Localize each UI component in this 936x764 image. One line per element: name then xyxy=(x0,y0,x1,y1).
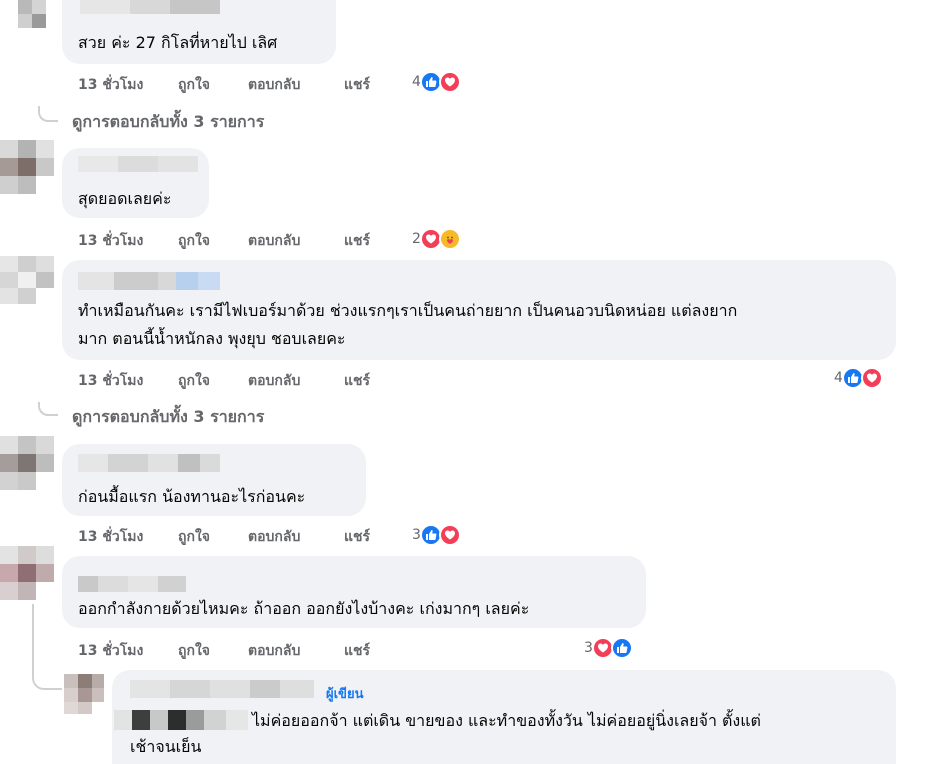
commenter-name-blurred[interactable] xyxy=(78,454,220,472)
comment-text: ก่อนมื้อแรก น้องทานอะไรก่อนคะ xyxy=(78,487,306,506)
thread-line xyxy=(32,604,62,690)
share-button[interactable]: แชร์ xyxy=(344,640,370,662)
share-button[interactable]: แชร์ xyxy=(344,370,370,392)
avatar[interactable] xyxy=(0,436,56,492)
commenter-name-blurred[interactable] xyxy=(130,680,314,698)
like-icon xyxy=(610,637,633,659)
comment-time[interactable]: 13 ชั่วโมง xyxy=(78,370,178,392)
reaction-summary[interactable]: 4 xyxy=(834,367,883,389)
view-replies-link[interactable]: ดูการตอบกลับทั้ง 3 รายการ xyxy=(72,405,264,430)
comment-actions: 13 ชั่วโมง ถูกใจ ตอบกลับ แชร์ xyxy=(78,370,370,392)
commenter-name-blurred[interactable] xyxy=(78,156,198,172)
reply-button[interactable]: ตอบกลับ xyxy=(248,74,344,96)
view-replies-link[interactable]: ดูการตอบกลับทั้ง 3 รายการ xyxy=(72,110,264,135)
comment-text-line: มาก ตอนนี้น้ำหนักลง พุงยุบ ชอบเลยคะ xyxy=(78,329,346,348)
reply-mention-blurred[interactable] xyxy=(114,710,248,730)
avatar[interactable] xyxy=(0,140,56,196)
comment-time[interactable]: 13 ชั่วโมง xyxy=(78,230,178,252)
comment-text: สุดยอดเลยค่ะ xyxy=(78,189,172,208)
comment-text: ออกกำลังกายด้วยไหมคะ ถ้าออก ออกยังไงบ้าง… xyxy=(78,599,530,618)
like-button[interactable]: ถูกใจ xyxy=(178,74,248,96)
comment-actions: 13 ชั่วโมง ถูกใจ ตอบกลับ แชร์ xyxy=(78,230,370,252)
comment-time[interactable]: 13 ชั่วโมง xyxy=(78,526,178,548)
like-button[interactable]: ถูกใจ xyxy=(178,526,248,548)
reaction-summary[interactable]: 4 xyxy=(412,71,461,93)
share-button[interactable]: แชร์ xyxy=(344,230,370,252)
love-icon xyxy=(438,524,461,546)
avatar[interactable] xyxy=(64,674,104,714)
reply-button[interactable]: ตอบกลับ xyxy=(248,526,344,548)
reply-button[interactable]: ตอบกลับ xyxy=(248,370,344,392)
comment-time[interactable]: 13 ชั่วโมง xyxy=(78,640,178,662)
thread-line xyxy=(38,106,58,122)
reply-text-line: ไม่ค่อยออกจ้า แต่เดิน ขายของ และทำของทั้… xyxy=(252,711,761,730)
comment-text-line: ทำเหมือนกันคะ เรามีไฟเบอร์มาด้วย ช่วงแรก… xyxy=(78,301,738,320)
comment-time[interactable]: 13 ชั่วโมง xyxy=(78,74,178,96)
commenter-name-blurred[interactable] xyxy=(78,576,186,592)
like-button[interactable]: ถูกใจ xyxy=(178,370,248,392)
comment-actions: 13 ชั่วโมง ถูกใจ ตอบกลับ แชร์ xyxy=(78,526,370,548)
comment-text: สวย ค่ะ 27 กิโลที่หายไป เลิศ xyxy=(78,33,278,52)
comment-actions: 13 ชั่วโมง ถูกใจ ตอบกลับ แชร์ xyxy=(78,640,370,662)
share-button[interactable]: แชร์ xyxy=(344,526,370,548)
like-button[interactable]: ถูกใจ xyxy=(178,640,248,662)
reaction-summary[interactable]: 3 xyxy=(584,637,633,659)
reaction-summary[interactable]: 3 xyxy=(412,524,461,546)
reply-button[interactable]: ตอบกลับ xyxy=(248,230,344,252)
avatar[interactable] xyxy=(18,0,58,34)
comment-actions: 13 ชั่วโมง ถูกใจ ตอบกลับ แชร์ xyxy=(78,74,370,96)
avatar[interactable] xyxy=(0,546,56,602)
like-button[interactable]: ถูกใจ xyxy=(178,230,248,252)
love-icon xyxy=(860,367,883,389)
commenter-name-blurred[interactable] xyxy=(80,0,240,14)
reaction-summary[interactable]: 2 xyxy=(412,228,461,250)
author-badge: ผู้เขียน xyxy=(326,687,364,702)
love-icon xyxy=(438,71,461,93)
reply-button[interactable]: ตอบกลับ xyxy=(248,640,344,662)
reply-text-line: เช้าจนเย็น xyxy=(130,737,202,756)
thread-line xyxy=(38,402,58,416)
avatar[interactable] xyxy=(0,256,56,306)
share-button[interactable]: แชร์ xyxy=(344,74,370,96)
care-icon xyxy=(438,228,461,250)
commenter-name-blurred[interactable] xyxy=(78,272,220,290)
